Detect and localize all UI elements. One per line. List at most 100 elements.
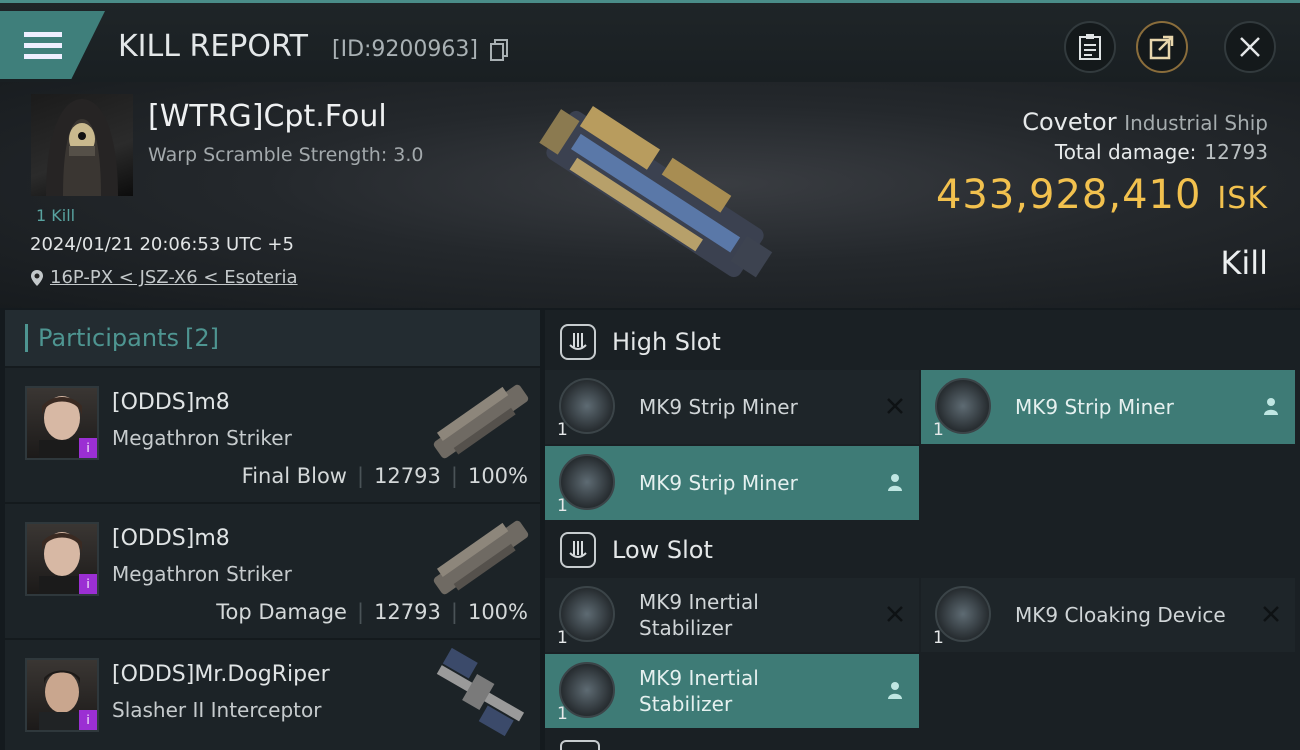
participant-card[interactable]: i [ODDS]m8 Megathron Striker Top Damage …: [5, 504, 540, 640]
participant-role: Final Blow: [241, 464, 347, 488]
participant-damage: 12793: [374, 600, 441, 624]
kill-location[interactable]: 16P-PX < JSZ-X6 < Esoteria: [30, 267, 298, 288]
module-qty: 1: [933, 420, 944, 440]
participant-avatar[interactable]: i: [25, 522, 99, 596]
rank-badge: i: [79, 710, 97, 730]
rank-badge: i: [79, 438, 97, 458]
module-item[interactable]: 1 MK9 Strip Miner: [545, 370, 919, 444]
participant-name[interactable]: [ODDS]m8: [112, 526, 230, 551]
fitting-panel: High Slot 1 MK9 Strip Miner 1 MK9 Strip …: [545, 310, 1300, 750]
ship-image: [539, 105, 773, 278]
clipboard-icon: [1079, 34, 1101, 60]
module-qty: 1: [557, 496, 568, 516]
result-label: Kill: [1220, 244, 1268, 282]
page-title: KILL REPORT: [118, 29, 308, 64]
clipboard-button[interactable]: [1064, 21, 1116, 73]
participant-percent: 100%: [467, 600, 528, 624]
kill-summary: [WTRG]Cpt.Foul Warp Scramble Strength: 3…: [0, 82, 1300, 308]
menu-button[interactable]: [0, 11, 105, 79]
participant-name[interactable]: [ODDS]m8: [112, 390, 230, 415]
module-item[interactable]: 1 MK9 Strip Miner: [921, 370, 1295, 444]
participant-ship: Slasher II Interceptor: [112, 698, 322, 722]
total-damage: Total damage: 12793: [1055, 140, 1268, 164]
isk-value: 433,928,410 ISK: [936, 172, 1268, 218]
warp-scramble-strength: Warp Scramble Strength: 3.0: [148, 144, 424, 166]
megathron-ship-image: [433, 384, 529, 459]
destroyed-icon: [883, 602, 907, 626]
participant-stats: Top Damage | 12793 | 100%: [216, 600, 528, 624]
total-damage-label: Total damage:: [1054, 140, 1197, 164]
participant-name[interactable]: [ODDS]Mr.DogRiper: [112, 662, 330, 687]
location-link[interactable]: 16P-PX < JSZ-X6 < Esoteria: [50, 267, 298, 288]
stat-divider: |: [450, 600, 458, 624]
total-damage-value: 12793: [1204, 140, 1268, 164]
victim-name[interactable]: [WTRG]Cpt.Foul: [148, 99, 387, 134]
module-qty: 1: [933, 628, 944, 648]
slasher-ship-image: [436, 648, 525, 737]
participant-role: Top Damage: [216, 600, 347, 624]
menu-icon: [24, 32, 62, 59]
next-slot-icon-partial: [560, 740, 600, 750]
module-item[interactable]: 1 MK9 Strip Miner: [545, 446, 919, 520]
victim-avatar[interactable]: [31, 94, 133, 196]
share-button[interactable]: [1136, 21, 1188, 73]
module-name: MK9 Inertial Stabilizer: [639, 590, 759, 640]
participant-stats: Final Blow | 12793 | 100%: [242, 464, 528, 488]
module-item[interactable]: 1 MK9 Cloaking Device: [921, 578, 1295, 652]
module-item[interactable]: 1 MK9 Inertial Stabilizer: [545, 654, 919, 728]
participants-panel: Participants [2] i [ODDS]m8 Megathron St…: [5, 310, 540, 750]
module-name: MK9 Strip Miner: [639, 395, 798, 419]
participant-ship: Megathron Striker: [112, 562, 292, 586]
module-qty: 1: [557, 704, 568, 724]
stat-divider: |: [356, 464, 365, 488]
kill-id: [ID:9200963]: [332, 37, 478, 62]
close-button[interactable]: [1224, 21, 1276, 73]
low-slot-icon: [560, 532, 596, 568]
high-slot-header: High Slot: [545, 312, 1300, 372]
participants-count: [2]: [184, 324, 219, 352]
stat-divider: |: [356, 600, 365, 624]
participant-avatar[interactable]: i: [25, 386, 99, 460]
close-icon: [1240, 37, 1260, 57]
destroyed-icon: [883, 394, 907, 418]
participant-damage: 12793: [374, 464, 441, 488]
kill-timestamp: 2024/01/21 20:06:53 UTC +5: [30, 234, 294, 255]
high-slot-label: High Slot: [612, 328, 721, 356]
victim-ship: Covetor Industrial Ship: [1022, 108, 1268, 136]
ship-name: Covetor: [1022, 108, 1117, 136]
rank-badge: i: [79, 574, 97, 594]
participant-avatar[interactable]: i: [25, 658, 99, 732]
module-name: MK9 Strip Miner: [1015, 395, 1174, 419]
top-bar: KILL REPORT [ID:9200963]: [0, 0, 1300, 82]
header-accent-bar: [25, 324, 28, 352]
dropped-person-icon: [883, 470, 907, 494]
hooded-pilot-portrait: [46, 99, 118, 196]
participant-ship: Megathron Striker: [112, 426, 292, 450]
high-slot-icon: [560, 324, 596, 360]
dropped-person-icon: [1259, 394, 1283, 418]
share-icon: [1149, 35, 1174, 60]
stat-divider: |: [450, 464, 458, 488]
low-slot-header: Low Slot: [545, 520, 1300, 580]
module-qty: 1: [557, 420, 568, 440]
megathron-ship-image: [433, 520, 529, 595]
location-pin-icon: [31, 269, 43, 286]
destroyed-icon: [1259, 602, 1283, 626]
module-name: MK9 Cloaking Device: [1015, 603, 1226, 627]
low-slot-label: Low Slot: [612, 536, 713, 564]
module-qty: 1: [557, 628, 568, 648]
module-item[interactable]: 1 MK9 Inertial Stabilizer: [545, 578, 919, 652]
participants-header: Participants [2]: [5, 310, 540, 368]
copy-icon[interactable]: [490, 39, 508, 61]
participant-percent: 100%: [467, 464, 528, 488]
kill-count: 1 Kill: [36, 206, 76, 225]
module-name: MK9 Inertial Stabilizer: [639, 666, 759, 716]
module-name: MK9 Strip Miner: [639, 471, 798, 495]
participant-card[interactable]: i [ODDS]Mr.DogRiper Slasher II Intercept…: [5, 640, 540, 750]
ship-class: Industrial Ship: [1124, 111, 1268, 135]
dropped-person-icon: [883, 678, 907, 702]
participants-label: Participants: [38, 324, 179, 352]
participant-card[interactable]: i [ODDS]m8 Megathron Striker Final Blow …: [5, 368, 540, 504]
isk-amount: 433,928,410: [935, 172, 1202, 218]
isk-unit: ISK: [1217, 181, 1268, 216]
